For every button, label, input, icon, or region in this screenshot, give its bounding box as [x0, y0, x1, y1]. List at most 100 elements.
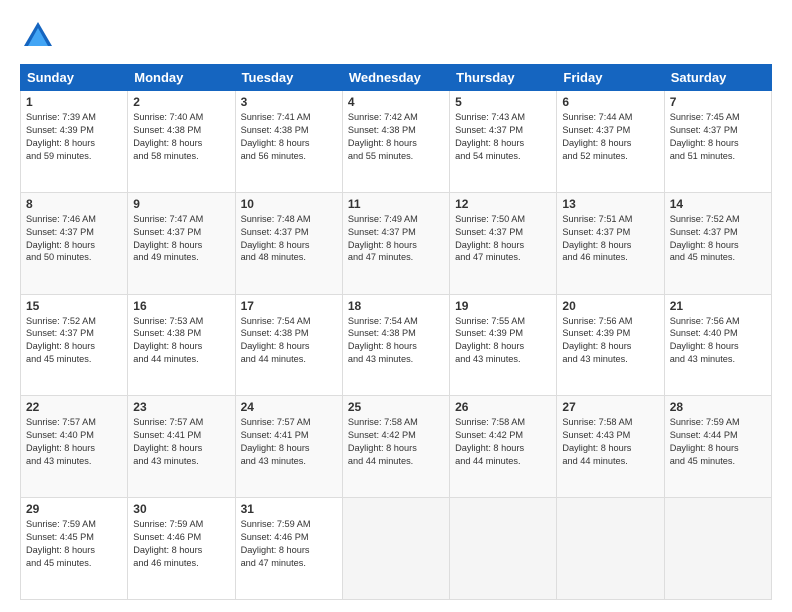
- day-number: 25: [348, 400, 444, 414]
- day-info: Sunrise: 7:54 AM Sunset: 4:38 PM Dayligh…: [241, 315, 337, 367]
- day-number: 10: [241, 197, 337, 211]
- day-cell: 26 Sunrise: 7:58 AM Sunset: 4:42 PM Dayli…: [450, 396, 557, 498]
- day-info: Sunrise: 7:48 AM Sunset: 4:37 PM Dayligh…: [241, 213, 337, 265]
- weekday-thursday: Thursday: [450, 65, 557, 91]
- day-cell: 29 Sunrise: 7:59 AM Sunset: 4:45 PM Dayli…: [21, 498, 128, 600]
- header: [20, 18, 772, 54]
- day-info: Sunrise: 7:50 AM Sunset: 4:37 PM Dayligh…: [455, 213, 551, 265]
- page: SundayMondayTuesdayWednesdayThursdayFrid…: [0, 0, 792, 612]
- day-number: 11: [348, 197, 444, 211]
- day-cell: 15Sunrise: 7:52 AM Sunset: 4:37 PM Dayli…: [21, 294, 128, 396]
- week-row-2: 8 Sunrise: 7:46 AM Sunset: 4:37 PM Daylig…: [21, 192, 772, 294]
- day-cell: [450, 498, 557, 600]
- day-number: 15: [26, 299, 122, 313]
- week-row-4: 22 Sunrise: 7:57 AM Sunset: 4:40 PM Dayli…: [21, 396, 772, 498]
- weekday-header-row: SundayMondayTuesdayWednesdayThursdayFrid…: [21, 65, 772, 91]
- weekday-sunday: Sunday: [21, 65, 128, 91]
- day-info: Sunrise: 7:41 AM Sunset: 4:38 PM Dayligh…: [241, 111, 337, 163]
- weekday-monday: Monday: [128, 65, 235, 91]
- day-number: 1: [26, 95, 122, 109]
- day-info: Sunrise: 7:54 AM Sunset: 4:38 PM Dayligh…: [348, 315, 444, 367]
- day-info: Sunrise: 7:39 AM Sunset: 4:39 PM Dayligh…: [26, 111, 122, 163]
- day-cell: 22 Sunrise: 7:57 AM Sunset: 4:40 PM Dayli…: [21, 396, 128, 498]
- day-cell: 14 Sunrise: 7:52 AM Sunset: 4:37 PM Dayli…: [664, 192, 771, 294]
- day-info: Sunrise: 7:59 AM Sunset: 4:46 PM Dayligh…: [241, 518, 337, 570]
- day-cell: 7Sunrise: 7:45 AM Sunset: 4:37 PM Daylig…: [664, 91, 771, 193]
- day-info: Sunrise: 7:40 AM Sunset: 4:38 PM Dayligh…: [133, 111, 229, 163]
- day-info: Sunrise: 7:55 AM Sunset: 4:39 PM Dayligh…: [455, 315, 551, 367]
- day-number: 30: [133, 502, 229, 516]
- day-cell: 10 Sunrise: 7:48 AM Sunset: 4:37 PM Dayli…: [235, 192, 342, 294]
- day-info: Sunrise: 7:43 AM Sunset: 4:37 PM Dayligh…: [455, 111, 551, 163]
- day-info: Sunrise: 7:59 AM Sunset: 4:45 PM Dayligh…: [26, 518, 122, 570]
- day-cell: 9 Sunrise: 7:47 AM Sunset: 4:37 PM Daylig…: [128, 192, 235, 294]
- day-number: 6: [562, 95, 658, 109]
- day-number: 2: [133, 95, 229, 109]
- day-cell: 5Sunrise: 7:43 AM Sunset: 4:37 PM Daylig…: [450, 91, 557, 193]
- weekday-tuesday: Tuesday: [235, 65, 342, 91]
- day-info: Sunrise: 7:58 AM Sunset: 4:42 PM Dayligh…: [348, 416, 444, 468]
- day-cell: 23Sunrise: 7:57 AM Sunset: 4:41 PM Dayli…: [128, 396, 235, 498]
- day-number: 19: [455, 299, 551, 313]
- day-number: 22: [26, 400, 122, 414]
- day-number: 8: [26, 197, 122, 211]
- weekday-friday: Friday: [557, 65, 664, 91]
- day-cell: 13Sunrise: 7:51 AM Sunset: 4:37 PM Dayli…: [557, 192, 664, 294]
- day-info: Sunrise: 7:57 AM Sunset: 4:41 PM Dayligh…: [241, 416, 337, 468]
- day-info: Sunrise: 7:59 AM Sunset: 4:44 PM Dayligh…: [670, 416, 766, 468]
- day-number: 23: [133, 400, 229, 414]
- day-cell: 20 Sunrise: 7:56 AM Sunset: 4:39 PM Dayli…: [557, 294, 664, 396]
- day-cell: 12 Sunrise: 7:50 AM Sunset: 4:37 PM Dayli…: [450, 192, 557, 294]
- day-number: 4: [348, 95, 444, 109]
- day-info: Sunrise: 7:58 AM Sunset: 4:42 PM Dayligh…: [455, 416, 551, 468]
- day-cell: [664, 498, 771, 600]
- day-number: 26: [455, 400, 551, 414]
- day-cell: [342, 498, 449, 600]
- day-cell: 8 Sunrise: 7:46 AM Sunset: 4:37 PM Daylig…: [21, 192, 128, 294]
- day-cell: 31Sunrise: 7:59 AM Sunset: 4:46 PM Dayli…: [235, 498, 342, 600]
- day-info: Sunrise: 7:49 AM Sunset: 4:37 PM Dayligh…: [348, 213, 444, 265]
- day-number: 28: [670, 400, 766, 414]
- day-number: 21: [670, 299, 766, 313]
- day-cell: 16Sunrise: 7:53 AM Sunset: 4:38 PM Dayli…: [128, 294, 235, 396]
- logo-icon: [20, 18, 56, 54]
- day-info: Sunrise: 7:46 AM Sunset: 4:37 PM Dayligh…: [26, 213, 122, 265]
- logo: [20, 18, 60, 54]
- day-cell: 3 Sunrise: 7:41 AM Sunset: 4:38 PM Daylig…: [235, 91, 342, 193]
- day-number: 9: [133, 197, 229, 211]
- day-number: 3: [241, 95, 337, 109]
- day-cell: 28 Sunrise: 7:59 AM Sunset: 4:44 PM Dayli…: [664, 396, 771, 498]
- day-number: 24: [241, 400, 337, 414]
- day-cell: 24 Sunrise: 7:57 AM Sunset: 4:41 PM Dayli…: [235, 396, 342, 498]
- day-number: 12: [455, 197, 551, 211]
- day-info: Sunrise: 7:47 AM Sunset: 4:37 PM Dayligh…: [133, 213, 229, 265]
- day-cell: 11 Sunrise: 7:49 AM Sunset: 4:37 PM Dayli…: [342, 192, 449, 294]
- day-number: 17: [241, 299, 337, 313]
- day-number: 20: [562, 299, 658, 313]
- day-number: 14: [670, 197, 766, 211]
- day-number: 18: [348, 299, 444, 313]
- calendar-header: SundayMondayTuesdayWednesdayThursdayFrid…: [21, 65, 772, 91]
- day-number: 29: [26, 502, 122, 516]
- day-info: Sunrise: 7:57 AM Sunset: 4:40 PM Dayligh…: [26, 416, 122, 468]
- week-row-1: 1 Sunrise: 7:39 AM Sunset: 4:39 PM Daylig…: [21, 91, 772, 193]
- calendar-table: SundayMondayTuesdayWednesdayThursdayFrid…: [20, 64, 772, 600]
- day-cell: 6Sunrise: 7:44 AM Sunset: 4:37 PM Daylig…: [557, 91, 664, 193]
- day-number: 13: [562, 197, 658, 211]
- day-cell: 30Sunrise: 7:59 AM Sunset: 4:46 PM Dayli…: [128, 498, 235, 600]
- day-cell: 4Sunrise: 7:42 AM Sunset: 4:38 PM Daylig…: [342, 91, 449, 193]
- day-info: Sunrise: 7:56 AM Sunset: 4:39 PM Dayligh…: [562, 315, 658, 367]
- day-cell: 2 Sunrise: 7:40 AM Sunset: 4:38 PM Daylig…: [128, 91, 235, 193]
- day-cell: 18 Sunrise: 7:54 AM Sunset: 4:38 PM Dayli…: [342, 294, 449, 396]
- calendar-body: 1 Sunrise: 7:39 AM Sunset: 4:39 PM Daylig…: [21, 91, 772, 600]
- day-info: Sunrise: 7:52 AM Sunset: 4:37 PM Dayligh…: [670, 213, 766, 265]
- day-cell: 1 Sunrise: 7:39 AM Sunset: 4:39 PM Daylig…: [21, 91, 128, 193]
- day-number: 7: [670, 95, 766, 109]
- week-row-3: 15Sunrise: 7:52 AM Sunset: 4:37 PM Dayli…: [21, 294, 772, 396]
- day-cell: [557, 498, 664, 600]
- weekday-saturday: Saturday: [664, 65, 771, 91]
- day-info: Sunrise: 7:53 AM Sunset: 4:38 PM Dayligh…: [133, 315, 229, 367]
- day-cell: 19 Sunrise: 7:55 AM Sunset: 4:39 PM Dayli…: [450, 294, 557, 396]
- day-cell: 27Sunrise: 7:58 AM Sunset: 4:43 PM Dayli…: [557, 396, 664, 498]
- day-cell: 25 Sunrise: 7:58 AM Sunset: 4:42 PM Dayli…: [342, 396, 449, 498]
